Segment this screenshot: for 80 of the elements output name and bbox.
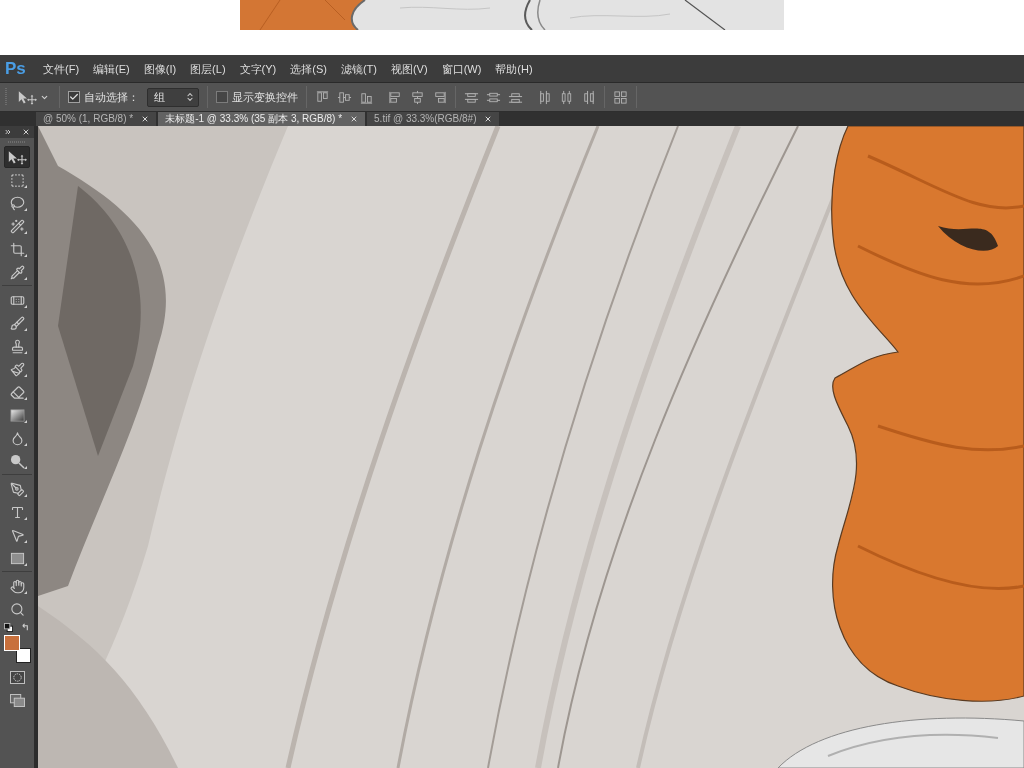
flyout-triangle-icon [24,563,27,566]
checkbox-label: 自动选择： [84,89,139,105]
eyedropper-icon [9,264,25,280]
screen-mode-icon[interactable] [9,694,25,707]
hand-icon [9,578,25,594]
align-left-icon[interactable] [388,89,403,105]
updown-caret-icon [185,92,195,102]
zoom-icon [9,601,25,617]
dashed-rectangle-icon [9,172,25,188]
flyout-triangle-icon [24,420,27,423]
crop-icon [9,241,25,257]
type-icon [9,504,25,520]
document-tab[interactable]: @ 50% (1, RGB/8) * [36,112,157,126]
menu-item[interactable]: 窗口(W) [440,61,483,76]
gradient-icon [9,407,25,423]
menu-item[interactable]: 滤镜(T) [339,61,378,76]
foreground-color-swatch[interactable] [4,635,20,651]
flyout-triangle-icon [24,185,27,188]
arrow-cross-icon [7,149,27,165]
brush-icon [9,315,25,331]
pen-icon [9,481,25,497]
eraser-icon [9,384,25,400]
close-icon[interactable] [350,115,359,123]
close-icon[interactable] [22,128,30,136]
check-icon [69,92,79,102]
checkbox-label: 显示变换控件 [232,89,298,105]
document-tab[interactable]: 5.tif @ 33.3%(RGB/8#) [367,112,500,126]
menu-item[interactable]: 文件(F) [42,61,81,76]
transform-controls-checkbox[interactable] [216,91,228,103]
flyout-triangle-icon [24,443,27,446]
align-middle-icon[interactable] [337,89,352,105]
flyout-triangle-icon [24,351,27,354]
menu-item[interactable]: 文字(Y) [238,61,278,76]
arrow-cross-icon [17,89,37,105]
stamp-icon [9,338,25,354]
flyout-triangle-icon [24,540,27,543]
quick-mask-icon[interactable] [9,671,25,684]
align-right-icon[interactable] [432,89,447,105]
distribute-center-icon[interactable] [559,89,574,105]
move-tool-button[interactable] [4,146,30,168]
flyout-triangle-icon [24,231,27,234]
distribute-right-icon[interactable] [581,89,596,105]
default-colors-icon[interactable] [4,623,13,632]
magic-wand-icon [9,218,25,234]
flyout-triangle-icon [24,494,27,497]
auto-select-dropdown[interactable]: 组 [147,87,199,107]
droplet-icon [9,430,25,446]
paintbrush-icon [9,361,25,377]
align-center-icon[interactable] [410,89,425,105]
app-logo: Ps [5,60,27,77]
flyout-triangle-icon [24,591,27,594]
distribute-left-icon[interactable] [537,89,552,105]
menu-item[interactable]: 编辑(E) [92,61,131,76]
flyout-triangle-icon [24,374,27,377]
collapse-icon[interactable] [4,128,12,136]
rectangle-icon [9,550,25,566]
close-icon[interactable] [484,115,493,123]
flyout-triangle-icon [24,397,27,400]
swap-arrow-icon[interactable] [21,623,30,632]
align-top-icon[interactable] [315,89,330,105]
menu-item[interactable]: 图像(I) [142,61,178,76]
lasso-icon [9,195,25,211]
menu-item[interactable]: 选择(S) [289,61,328,76]
auto-select-checkbox[interactable] [68,91,80,103]
flyout-triangle-icon [24,466,27,469]
dodge-icon [9,453,25,469]
flyout-triangle-icon [24,517,27,520]
menu-item[interactable]: 图层(L) [189,61,227,76]
flyout-triangle-icon [24,208,27,211]
flyout-triangle-icon [24,305,27,308]
flyout-triangle-icon [24,254,27,257]
close-icon[interactable] [141,115,150,123]
background-color-swatch[interactable] [16,648,31,663]
arrow-pointer-icon [9,527,25,543]
auto-align-icon[interactable] [613,89,628,105]
document-tab[interactable]: 未标题-1 @ 33.3% (35 副本 3, RGB/8) * [158,112,366,126]
flyout-triangle-icon [24,277,27,280]
menu-item[interactable]: 视图(V) [389,61,429,76]
menu-item[interactable]: 帮助(H) [494,61,534,76]
flyout-triangle-icon [24,328,27,331]
